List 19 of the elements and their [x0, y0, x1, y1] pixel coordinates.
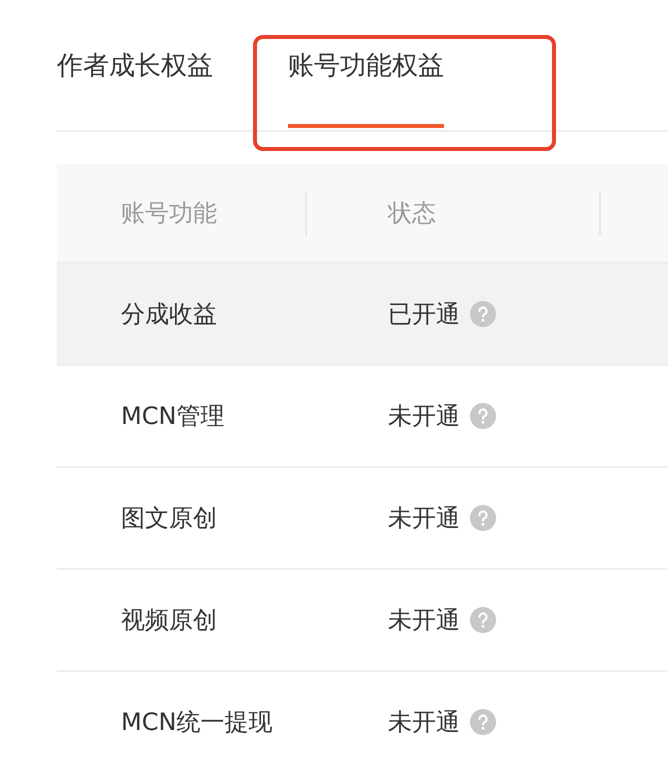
table-cell-text: 未开通: [388, 605, 460, 636]
table-cell-text: MCN管理: [121, 401, 224, 432]
table-cell-text: 未开通: [388, 503, 460, 534]
help-icon[interactable]: [470, 505, 496, 531]
table-cell-text: 已开通: [388, 299, 460, 330]
column-header: 状态: [388, 198, 436, 229]
help-icon[interactable]: [470, 301, 496, 327]
help-icon[interactable]: [470, 709, 496, 735]
help-icon[interactable]: [470, 607, 496, 633]
help-icon[interactable]: [470, 403, 496, 429]
table-cell-text: 未开通: [388, 401, 460, 432]
column-header: 账号功能: [121, 198, 217, 229]
tab[interactable]: 作者成长权益: [57, 0, 213, 130]
table-cell-text: 视频原创: [121, 605, 217, 636]
tab[interactable]: 账号功能权益: [288, 0, 444, 130]
table-cell-text: 未开通: [388, 707, 460, 738]
table-cell-text: 图文原创: [121, 503, 217, 534]
table-cell-text: MCN统一提现: [121, 707, 272, 738]
table-cell-text: 分成收益: [121, 299, 217, 330]
